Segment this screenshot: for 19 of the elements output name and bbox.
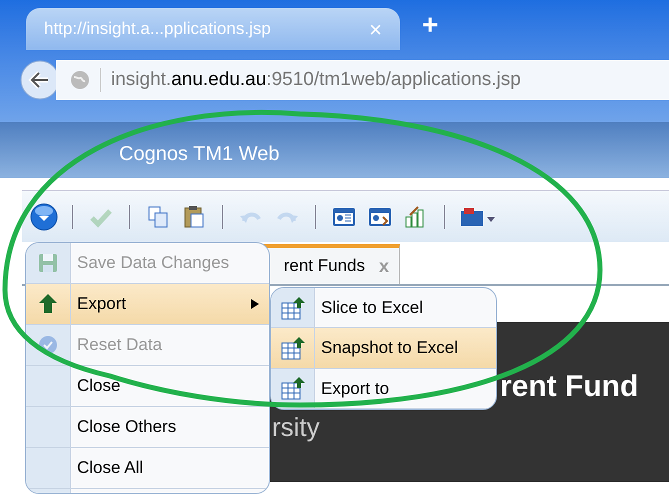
spreadsheet-export-icon [280, 376, 306, 400]
tab-title: http://insight.a...pplications.jsp [44, 18, 271, 40]
globe-icon [70, 70, 90, 90]
menu-item[interactable]: Close [26, 366, 269, 407]
tab-label: rent Funds [284, 255, 365, 278]
submenu-item[interactable]: Snapshot to Excel [271, 328, 496, 369]
address-bar[interactable]: insight.anu.edu.au:9510/tm1web/applications.jsp [56, 60, 669, 100]
spreadsheet-export-icon [280, 296, 306, 320]
menu-item[interactable]: Close All [26, 448, 269, 489]
address-text: insight.anu.edu.au:9510/tm1web/applications.jsp [111, 68, 521, 92]
app-title: Cognos TM1 Web [119, 142, 280, 167]
spreadsheet-export-icon [280, 336, 306, 360]
menu-item[interactable]: Export [26, 284, 269, 325]
new-tab-button[interactable]: + [422, 4, 438, 46]
report-heading: rent Fund [500, 369, 638, 405]
menu-item[interactable]: Close Others [26, 407, 269, 448]
report-subtitle: rsity [272, 411, 320, 444]
menu-button[interactable] [30, 202, 58, 230]
submenu-item[interactable]: Export to [271, 368, 496, 409]
